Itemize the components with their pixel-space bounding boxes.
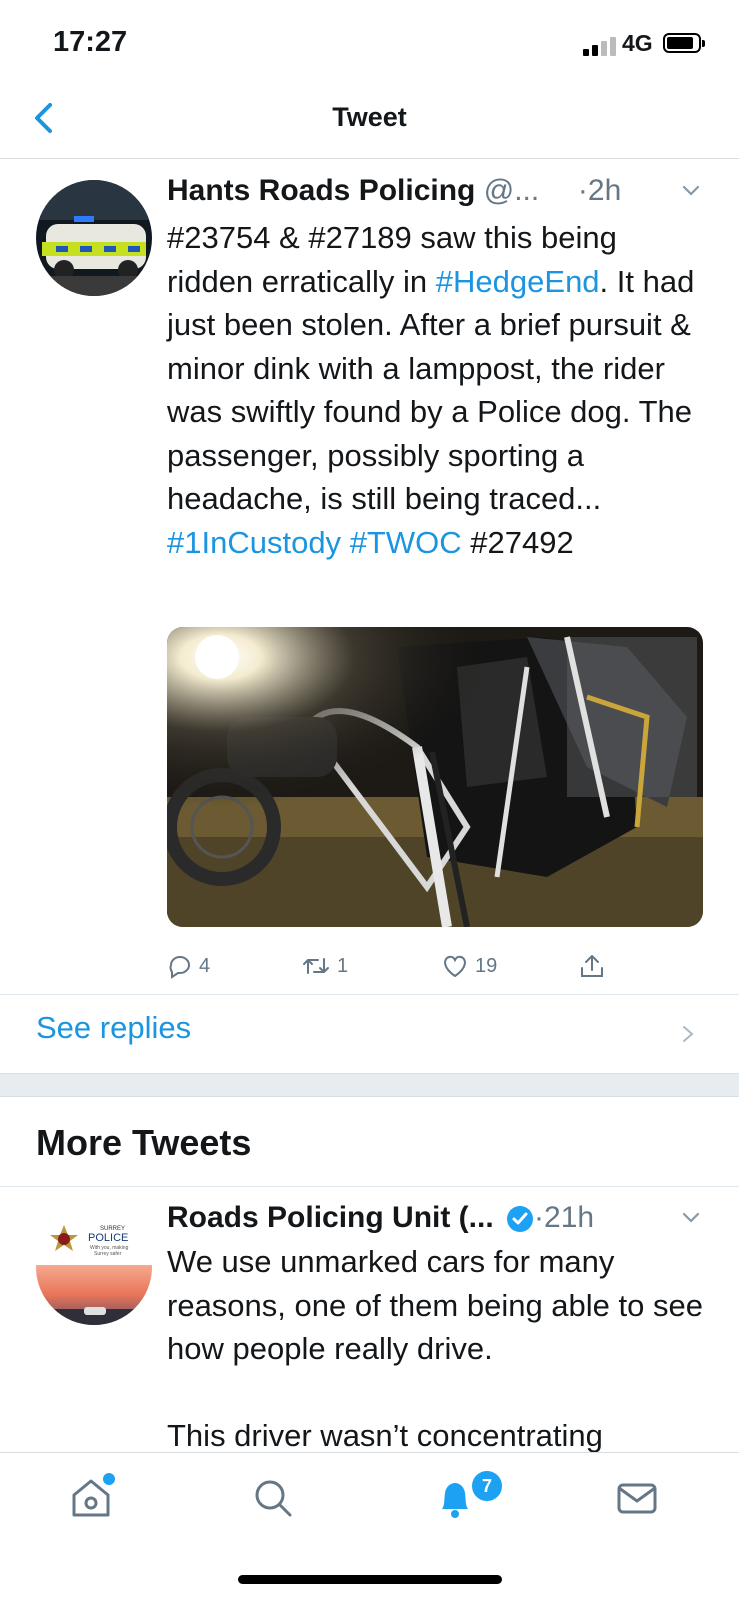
tweet-header: Roads Policing Unit (... ·21h xyxy=(167,1201,707,1235)
signal-icon xyxy=(583,36,623,56)
tweet-actions: 4 1 19 xyxy=(167,948,637,988)
retweet-button[interactable]: 1 xyxy=(301,948,348,984)
avatar[interactable] xyxy=(36,180,152,296)
tweet-time: 2h xyxy=(587,174,622,207)
author-name[interactable]: Roads Policing Unit (... xyxy=(167,1201,494,1234)
tweet-text-part: This driver wasn’t concentrating xyxy=(167,1417,603,1453)
see-replies-link[interactable]: See replies xyxy=(36,1010,191,1046)
share-button[interactable] xyxy=(578,948,606,984)
verified-icon xyxy=(507,1206,534,1233)
logo-text: POLICE xyxy=(88,1232,128,1244)
avatar[interactable]: SURREY POLICE With you, making Surrey sa… xyxy=(36,1209,152,1325)
logo-text: Surrey safer xyxy=(94,1251,122,1257)
reply-count: 4 xyxy=(199,954,211,977)
tab-bar: 7 xyxy=(0,1452,739,1601)
author-handle[interactable]: @... xyxy=(484,174,539,207)
hashtag-link[interactable]: #TWOC xyxy=(350,525,462,560)
status-bar: 17:27 4G xyxy=(0,0,739,90)
network-label: 4G xyxy=(622,30,653,56)
tweet-text-part: . It had just been stolen. After a brief… xyxy=(167,263,695,517)
nav-bar: Tweet xyxy=(0,90,739,159)
home-indicator xyxy=(238,1575,502,1584)
tweet-text-part: We use unmarked cars for many reasons, o… xyxy=(167,1244,703,1366)
separator-dot: · xyxy=(577,174,588,207)
tweet-text-part: #27492 xyxy=(461,524,574,560)
like-count: 19 xyxy=(475,954,498,977)
status-time: 17:27 xyxy=(53,26,128,58)
divider xyxy=(0,994,739,995)
tweet-header: Hants Roads Policing @... ·2h xyxy=(167,174,707,214)
chevron-right-icon[interactable] xyxy=(681,1024,695,1044)
reply-button[interactable]: 4 xyxy=(167,948,210,984)
tweet-item[interactable]: SURREY POLICE With you, making Surrey sa… xyxy=(0,1187,739,1452)
retweet-icon xyxy=(303,958,329,974)
hashtag-link[interactable]: #HedgeEnd xyxy=(436,264,600,299)
like-icon xyxy=(444,955,466,978)
section-separator xyxy=(0,1073,739,1097)
chevron-down-icon[interactable] xyxy=(681,1211,701,1225)
more-tweets-heading: More Tweets xyxy=(36,1122,252,1163)
share-icon xyxy=(581,955,603,977)
page-title: Tweet xyxy=(332,102,407,132)
author-name[interactable]: Hants Roads Policing xyxy=(167,174,475,207)
unread-dot xyxy=(101,1471,117,1487)
tweet-text: #23754 & #27189 saw this being ridden er… xyxy=(167,216,707,564)
like-button[interactable]: 19 xyxy=(441,948,497,984)
tweet-photo[interactable] xyxy=(167,627,703,927)
tweet-time: 21h xyxy=(544,1201,595,1234)
hashtag-link[interactable]: #1InCustody xyxy=(167,525,341,560)
mail-icon[interactable] xyxy=(612,1473,662,1523)
retweet-count: 1 xyxy=(337,954,349,977)
tweet-text: We use unmarked cars for many reasons, o… xyxy=(167,1240,707,1452)
tweet-text-part xyxy=(341,525,350,560)
separator-dot: · xyxy=(534,1201,545,1234)
chevron-down-icon[interactable] xyxy=(681,184,701,198)
reply-icon xyxy=(169,956,190,979)
notifications-badge: 7 xyxy=(470,1469,504,1503)
search-icon[interactable] xyxy=(248,1473,298,1523)
battery-icon xyxy=(663,33,705,53)
